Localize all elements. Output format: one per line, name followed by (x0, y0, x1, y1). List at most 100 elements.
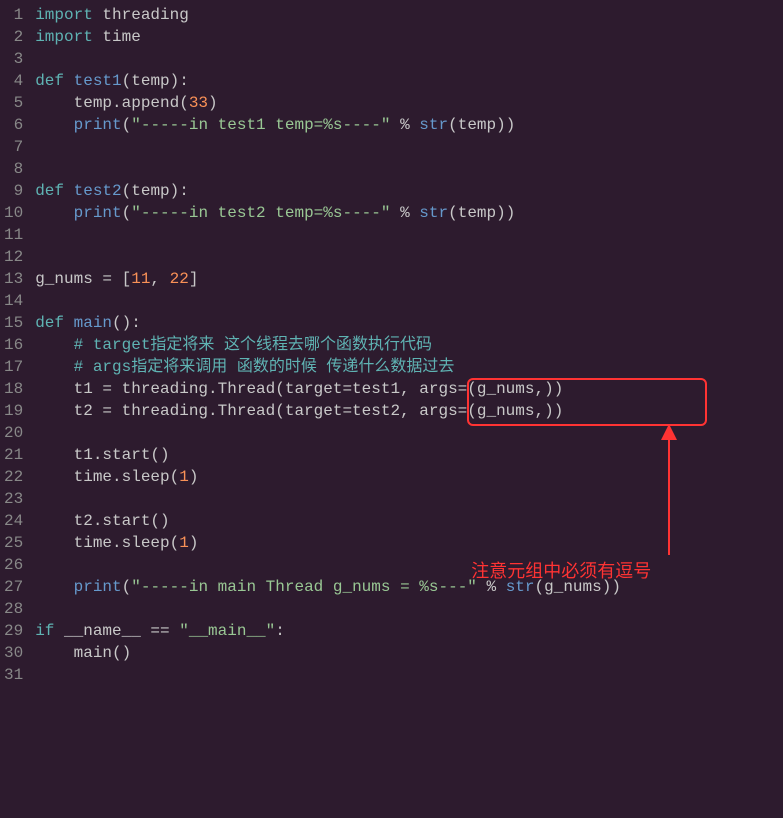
line-number: 23 (4, 488, 23, 510)
line-number: 24 (4, 510, 23, 532)
code-token: 22 (170, 270, 189, 288)
code-token: time.sleep( (35, 534, 179, 552)
code-token: ) (189, 468, 199, 486)
code-token: import (35, 28, 93, 46)
code-line[interactable]: t2.start() (35, 510, 783, 532)
code-token: "-----in test1 temp=%s----" (131, 116, 390, 134)
code-line[interactable]: def test1(temp): (35, 70, 783, 92)
code-token: % (390, 116, 419, 134)
code-line[interactable]: print("-----in main Thread g_nums = %s--… (35, 576, 783, 598)
code-token (35, 204, 73, 222)
code-line[interactable]: def test2(temp): (35, 180, 783, 202)
code-token: t2 = threading.Thread(target=test2, args… (35, 402, 563, 420)
code-token: time.sleep( (35, 468, 179, 486)
code-line[interactable]: time.sleep(1) (35, 466, 783, 488)
code-token: str (419, 204, 448, 222)
code-token: test1 (74, 72, 122, 90)
code-token: (temp)) (448, 204, 515, 222)
code-token: main (74, 314, 112, 332)
code-line[interactable]: print("-----in test1 temp=%s----" % str(… (35, 114, 783, 136)
code-line[interactable]: t1 = threading.Thread(target=test1, args… (35, 378, 783, 400)
code-token: str (506, 578, 535, 596)
line-number-gutter: 1234567891011121314151617181920212223242… (0, 0, 31, 714)
code-line[interactable]: temp.append(33) (35, 92, 783, 114)
code-token: % (477, 578, 506, 596)
line-number: 6 (4, 114, 23, 136)
code-line[interactable]: t1.start() (35, 444, 783, 466)
line-number: 14 (4, 290, 23, 312)
code-line[interactable]: import threading (35, 4, 783, 26)
code-token (64, 182, 74, 200)
code-token: t1.start() (35, 446, 169, 464)
code-line[interactable]: if __name__ == "__main__": (35, 620, 783, 642)
line-number: 5 (4, 92, 23, 114)
code-line[interactable] (35, 290, 783, 312)
code-line[interactable] (35, 664, 783, 686)
code-token: : (275, 622, 285, 640)
line-number: 16 (4, 334, 23, 356)
line-number: 19 (4, 400, 23, 422)
line-number: 8 (4, 158, 23, 180)
code-line[interactable]: print("-----in test2 temp=%s----" % str(… (35, 202, 783, 224)
code-token: "-----in main Thread g_nums = %s---" (131, 578, 477, 596)
code-token: ( (122, 204, 132, 222)
code-token: if (35, 622, 54, 640)
line-number: 31 (4, 664, 23, 686)
code-token: main() (35, 644, 131, 662)
code-token: temp.append( (35, 94, 189, 112)
line-number: 15 (4, 312, 23, 334)
code-token: ( (122, 578, 132, 596)
line-number: 25 (4, 532, 23, 554)
code-token: def (35, 182, 64, 200)
line-number: 26 (4, 554, 23, 576)
line-number: 17 (4, 356, 23, 378)
code-line[interactable]: g_nums = [11, 22] (35, 268, 783, 290)
code-line[interactable] (35, 48, 783, 70)
code-line[interactable]: t2 = threading.Thread(target=test2, args… (35, 400, 783, 422)
code-token (35, 578, 73, 596)
code-token: def (35, 314, 64, 332)
code-token: , (150, 270, 169, 288)
line-number: 21 (4, 444, 23, 466)
code-line[interactable]: def main(): (35, 312, 783, 334)
code-token: t2.start() (35, 512, 169, 530)
code-token: 11 (131, 270, 150, 288)
line-number: 3 (4, 48, 23, 70)
code-token: (): (112, 314, 141, 332)
code-token (64, 314, 74, 332)
code-token (64, 72, 74, 90)
code-token: (temp): (122, 182, 189, 200)
code-token: print (74, 116, 122, 134)
code-line[interactable] (35, 224, 783, 246)
line-number: 30 (4, 642, 23, 664)
code-token: # args指定将来调用 函数的时候 传递什么数据过去 (74, 358, 455, 376)
code-token (35, 358, 73, 376)
line-number: 28 (4, 598, 23, 620)
line-number: 4 (4, 70, 23, 92)
code-line[interactable] (35, 554, 783, 576)
code-token: str (419, 116, 448, 134)
code-token: test2 (74, 182, 122, 200)
code-token: import (35, 6, 93, 24)
code-line[interactable] (35, 136, 783, 158)
code-line[interactable]: time.sleep(1) (35, 532, 783, 554)
line-number: 10 (4, 202, 23, 224)
code-line[interactable]: import time (35, 26, 783, 48)
code-token: print (74, 204, 122, 222)
code-line[interactable] (35, 246, 783, 268)
line-number: 11 (4, 224, 23, 246)
code-line[interactable]: # target指定将来 这个线程去哪个函数执行代码 (35, 334, 783, 356)
code-line[interactable]: # args指定将来调用 函数的时候 传递什么数据过去 (35, 356, 783, 378)
code-token: ) (189, 534, 199, 552)
code-token: ] (189, 270, 199, 288)
line-number: 1 (4, 4, 23, 26)
code-line[interactable] (35, 158, 783, 180)
code-line[interactable] (35, 598, 783, 620)
line-number: 2 (4, 26, 23, 48)
line-number: 22 (4, 466, 23, 488)
code-area[interactable]: import threadingimport time def test1(te… (31, 0, 783, 714)
code-token: __name__ == (54, 622, 179, 640)
code-line[interactable] (35, 488, 783, 510)
code-line[interactable]: main() (35, 642, 783, 664)
code-line[interactable] (35, 422, 783, 444)
